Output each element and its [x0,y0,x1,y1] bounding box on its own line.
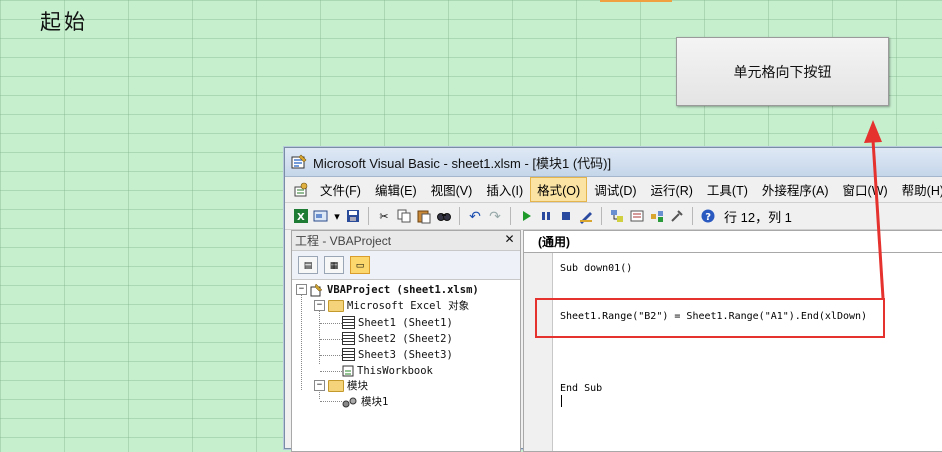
watermark: Bai度 jingyan.baidu.com [720,340,837,405]
watermark-url: jingyan.baidu.com [724,389,837,405]
baidu-logo: Bai度 [720,348,819,388]
